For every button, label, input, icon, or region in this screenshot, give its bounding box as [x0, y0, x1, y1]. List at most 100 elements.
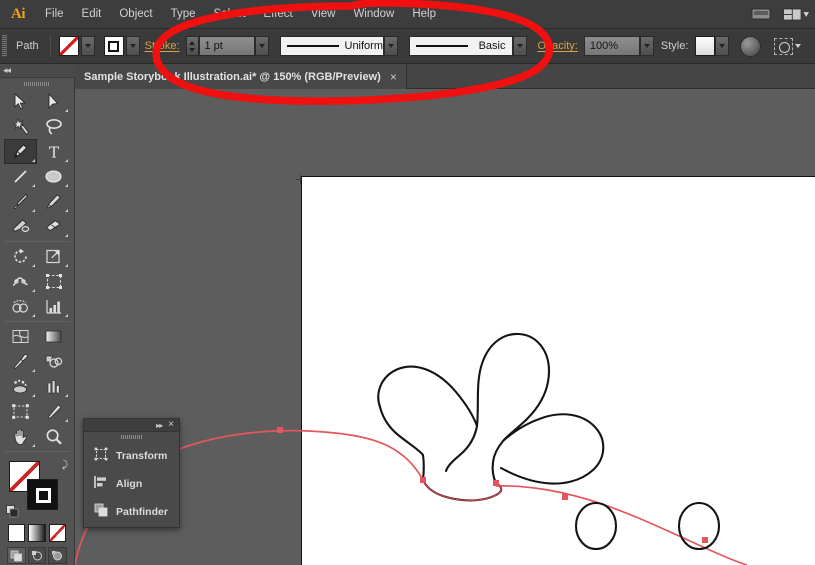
brush-definition-dropdown-icon[interactable] [512, 36, 527, 56]
zoom-tool[interactable] [37, 424, 70, 449]
anchor-point[interactable] [702, 537, 708, 543]
crown-leaves-path[interactable] [377, 332, 605, 502]
illustrator-window: Ai File Edit Object Type Select Effect V… [0, 0, 815, 565]
mesh-tool[interactable] [4, 324, 37, 349]
symbol-sprayer-tool[interactable] [4, 374, 37, 399]
menu-bar: Ai File Edit Object Type Select Effect V… [0, 0, 815, 29]
stroke-swatch[interactable] [103, 36, 124, 56]
free-transform-tool[interactable] [37, 269, 70, 294]
stroke-weight-dropdown-icon[interactable] [254, 36, 269, 56]
rotate-tool[interactable] [4, 244, 37, 269]
tools-panel-header[interactable]: ◂◂ [0, 64, 75, 78]
fill-swatch-dropdown-icon[interactable] [80, 36, 95, 56]
blob-brush-tool[interactable] [4, 214, 37, 239]
stroke-color-black[interactable] [27, 479, 58, 510]
lasso-tool[interactable] [37, 114, 70, 139]
menu-item-effect[interactable]: Effect [255, 0, 302, 29]
anchor-point[interactable] [493, 480, 499, 486]
transform-options-dropdown-icon[interactable] [795, 44, 802, 48]
app-logo: Ai [11, 5, 26, 22]
stroke-weight-label[interactable]: Stroke: [140, 40, 185, 52]
hand-tool[interactable] [4, 424, 37, 449]
artboard-tool[interactable] [4, 399, 37, 424]
slice-tool[interactable] [37, 399, 70, 424]
stroke-weight-field[interactable]: 1 pt [198, 36, 255, 56]
go-to-bridge-icon[interactable] [748, 5, 774, 23]
type-tool[interactable]: T [37, 139, 70, 164]
arrange-documents-icon[interactable] [783, 5, 809, 23]
width-profile-box[interactable]: Uniform [279, 36, 384, 56]
opacity-label[interactable]: Opacity: [533, 40, 583, 52]
close-icon[interactable]: × [168, 420, 174, 430]
canvas-area[interactable] [75, 89, 815, 565]
graphic-style-swatch[interactable] [695, 36, 716, 56]
color-mode-gradient[interactable] [28, 524, 46, 542]
direct-selection-tool[interactable] [37, 89, 70, 114]
anchor-point[interactable] [562, 494, 568, 500]
default-fill-stroke-icon[interactable] [6, 505, 19, 518]
transform-options-icon[interactable] [774, 37, 794, 55]
menu-item-help[interactable]: Help [403, 0, 445, 29]
pencil-tool[interactable] [37, 189, 70, 214]
anchor-point[interactable] [420, 477, 426, 483]
width-profile-combo[interactable]: Uniform [279, 36, 398, 56]
illustration-artwork[interactable] [75, 89, 815, 565]
draw-behind-mode[interactable] [27, 547, 47, 564]
collapse-panel-icon[interactable]: ◂◂ [3, 65, 11, 76]
width-tool[interactable] [4, 269, 37, 294]
menu-item-file[interactable]: File [36, 0, 73, 29]
stroke-weight-stepper[interactable] [185, 36, 199, 56]
anchor-point[interactable] [277, 427, 283, 433]
paintbrush-tool[interactable] [4, 189, 37, 214]
menu-item-window[interactable]: Window [344, 0, 403, 29]
selection-tool[interactable] [4, 89, 37, 114]
blend-tool[interactable] [37, 349, 70, 374]
brush-definition-combo[interactable]: Basic [408, 36, 527, 56]
floating-panel[interactable]: ▸▸ × Transform Align Pathfinder [83, 418, 180, 528]
close-icon[interactable]: × [390, 71, 397, 83]
menu-item-object[interactable]: Object [110, 0, 161, 29]
floating-panel-titlebar[interactable]: ▸▸ × [84, 419, 179, 432]
panel-item-align[interactable]: Align [84, 470, 179, 498]
width-profile-dropdown-icon[interactable] [383, 36, 398, 56]
menu-item-view[interactable]: View [302, 0, 345, 29]
tools-panel-grip[interactable] [0, 78, 74, 89]
shape-builder-tool[interactable] [4, 294, 37, 319]
bar-graph-tool[interactable] [37, 374, 70, 399]
draw-mode-buttons [0, 542, 74, 564]
eraser-tool[interactable] [37, 214, 70, 239]
control-bar-grip[interactable] [0, 29, 9, 64]
draw-inside-mode[interactable] [48, 547, 68, 564]
brush-definition-box[interactable]: Basic [408, 36, 513, 56]
swap-fill-stroke-icon[interactable]: ⤸ [62, 460, 68, 471]
magic-wand-tool[interactable] [4, 114, 37, 139]
collapse-icon[interactable]: ▸▸ [156, 421, 163, 430]
floating-panel-grip[interactable] [84, 432, 179, 442]
eyes-group[interactable] [574, 501, 721, 551]
left-eye-ellipse[interactable] [574, 501, 618, 551]
scale-tool[interactable] [37, 244, 70, 269]
pen-tool[interactable] [4, 139, 37, 164]
color-mode-none[interactable] [48, 524, 66, 542]
stroke-swatch-dropdown-icon[interactable] [125, 36, 140, 56]
line-segment-tool[interactable] [4, 164, 37, 189]
panel-item-pathfinder[interactable]: Pathfinder [84, 498, 179, 526]
graphic-style-dropdown-icon[interactable] [715, 36, 730, 56]
column-graph-tool[interactable] [37, 294, 70, 319]
menu-item-edit[interactable]: Edit [73, 0, 111, 29]
menu-item-type[interactable]: Type [162, 0, 205, 29]
opacity-dropdown-icon[interactable] [639, 36, 654, 56]
ellipse-tool[interactable] [37, 164, 70, 189]
tool-flyout-indicator [32, 394, 35, 397]
gradient-tool[interactable] [37, 324, 70, 349]
opacity-field[interactable]: 100% [583, 36, 640, 56]
menu-item-select[interactable]: Select [205, 0, 255, 29]
eyedropper-tool[interactable] [4, 349, 37, 374]
right-eye-ellipse[interactable] [677, 501, 721, 551]
document-tab[interactable]: Sample Storybook Illustration.ai* @ 150%… [75, 64, 407, 89]
recolor-artwork-icon[interactable] [740, 35, 762, 57]
fill-swatch[interactable] [58, 36, 79, 56]
panel-item-transform[interactable]: Transform [84, 442, 179, 470]
color-mode-color[interactable] [8, 524, 26, 542]
draw-normal-mode[interactable] [7, 547, 26, 564]
